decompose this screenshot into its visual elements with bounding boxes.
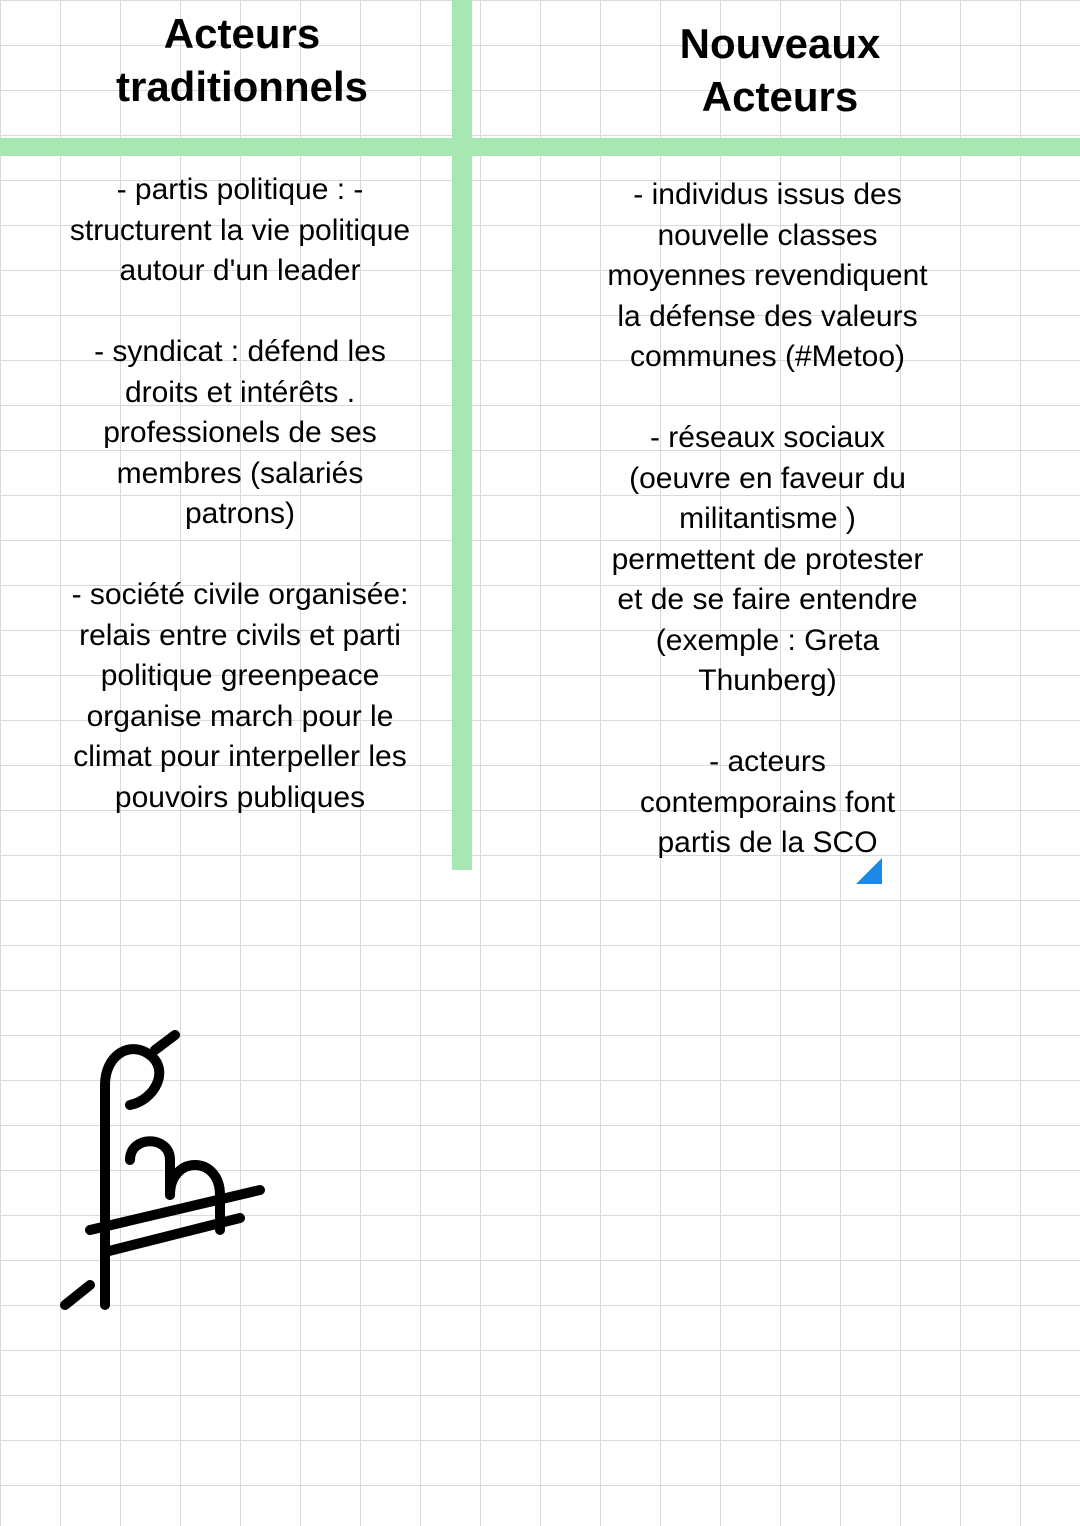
page: Acteurs traditionnels Nouveaux Acteurs -… <box>0 0 1080 1526</box>
column-title-left: Acteurs traditionnels <box>48 8 436 113</box>
handwriting-fin <box>35 1020 305 1330</box>
highlight-vertical <box>452 0 472 870</box>
column-body-right: - individus issus des nouvelle classes m… <box>495 175 1040 864</box>
column-body-left: - partis politique : - structurent la vi… <box>40 170 440 818</box>
resize-handle-icon[interactable] <box>856 858 882 884</box>
column-title-right: Nouveaux Acteurs <box>520 18 1040 123</box>
highlight-horizontal <box>0 138 1080 156</box>
